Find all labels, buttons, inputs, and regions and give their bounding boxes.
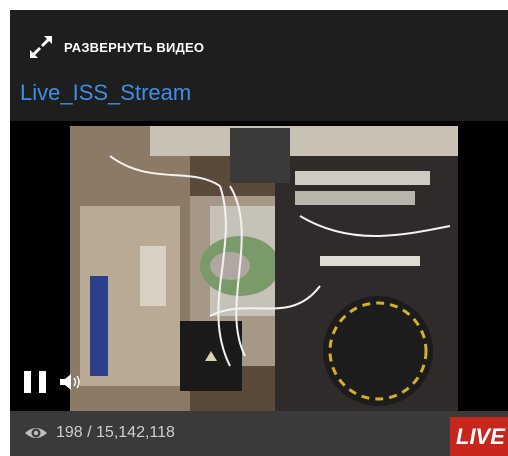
stream-title-link[interactable]: Live_ISS_Stream <box>20 80 191 106</box>
video-player[interactable] <box>10 121 508 412</box>
player-controls <box>24 371 84 393</box>
expand-arrows-icon <box>30 36 52 58</box>
viewer-count: 198 / 15,142,118 <box>56 424 175 441</box>
stream-widget: РАЗВЕРНУТЬ ВИДЕО Live_ISS_Stream 198 / 1… <box>10 10 508 456</box>
eye-icon <box>25 428 47 438</box>
volume-icon[interactable] <box>58 372 84 392</box>
expand-video-label: РАЗВЕРНУТЬ ВИДЕО <box>64 39 205 55</box>
pause-button[interactable] <box>24 371 46 393</box>
live-badge: LIVE <box>450 417 508 456</box>
widget-header: РАЗВЕРНУТЬ ВИДЕО Live_ISS_Stream <box>10 10 508 121</box>
expand-video-button[interactable]: РАЗВЕРНУТЬ ВИДЕО <box>28 34 204 60</box>
video-frame <box>70 126 458 412</box>
stats-bar: 198 / 15,142,118 LIVE <box>10 411 508 456</box>
